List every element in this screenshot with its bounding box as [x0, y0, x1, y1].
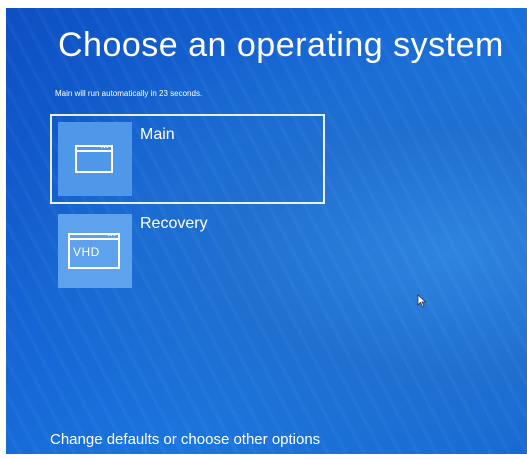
window-icon: •••: [75, 145, 113, 173]
os-icon-tile: •••: [58, 122, 132, 196]
vhd-window-icon: ••• VHD: [68, 233, 120, 269]
window-controls-icon: •••: [100, 145, 109, 151]
window-controls-icon: •••: [107, 233, 116, 239]
change-defaults-link[interactable]: Change defaults or choose other options: [50, 431, 320, 448]
boot-screen: Choose an operating system Main will run…: [6, 8, 527, 454]
os-option-recovery[interactable]: ••• VHD Recovery: [50, 206, 325, 296]
os-icon-tile: ••• VHD: [58, 214, 132, 288]
os-option-label: Main: [140, 126, 175, 143]
os-option-label: Recovery: [140, 215, 208, 232]
page-title: Choose an operating system: [58, 26, 504, 64]
vhd-icon-label: VHD: [73, 245, 100, 259]
os-option-main[interactable]: ••• Main: [50, 114, 325, 204]
countdown-text: Main will run automatically in 23 second…: [55, 89, 203, 98]
mouse-pointer-icon: [417, 294, 427, 308]
